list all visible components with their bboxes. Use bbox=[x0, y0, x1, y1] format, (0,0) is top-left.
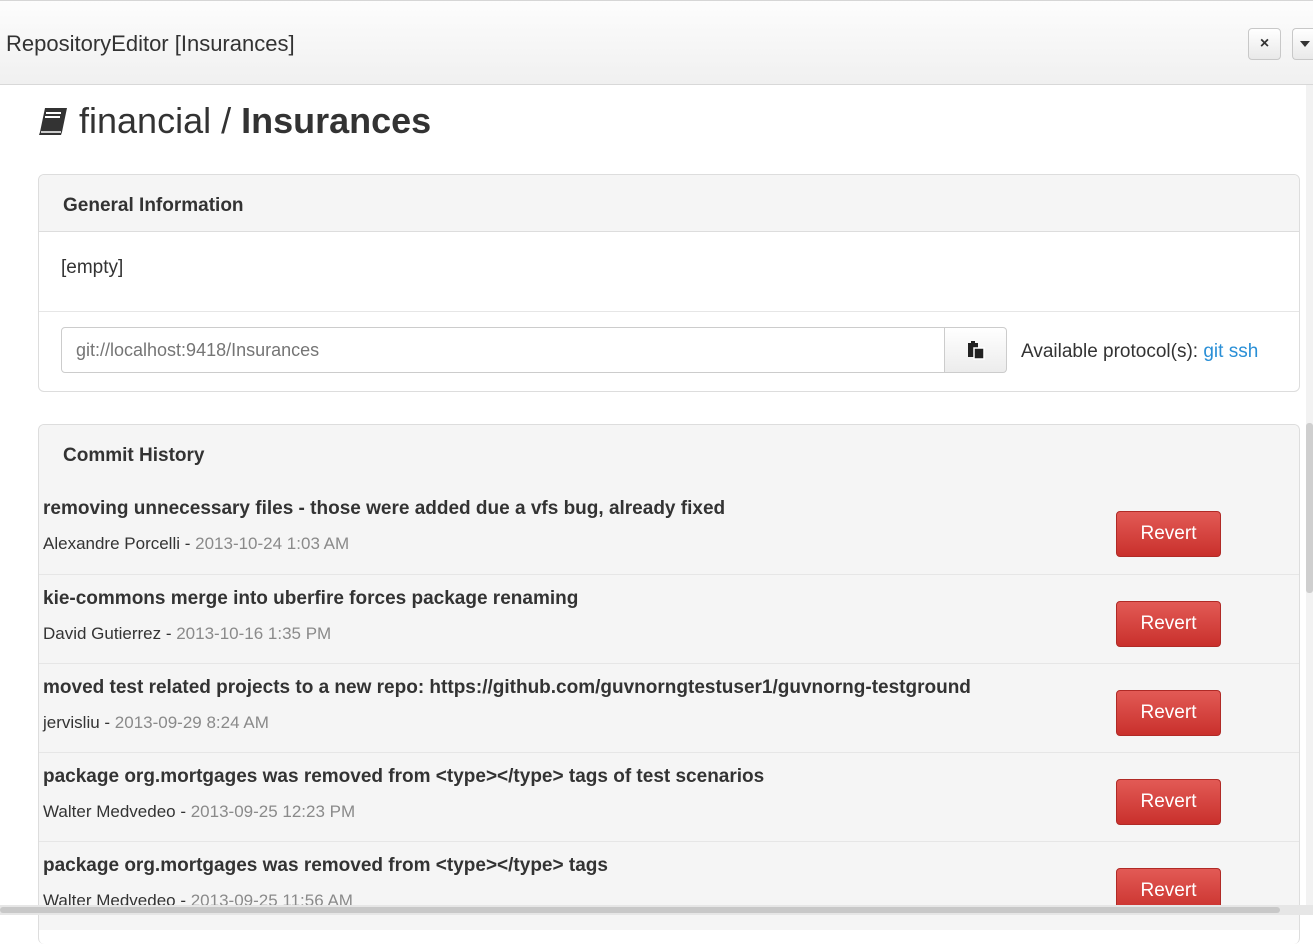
page-title: financial / Insurances bbox=[37, 100, 431, 142]
commit-row: package org.mortgages was removed from <… bbox=[39, 752, 1299, 841]
horizontal-scrollbar[interactable] bbox=[0, 905, 1313, 915]
window-title: RepositoryEditor [Insurances] bbox=[6, 31, 295, 56]
horizontal-scrollbar-thumb[interactable] bbox=[0, 907, 1280, 913]
revert-button[interactable]: Revert bbox=[1116, 690, 1221, 736]
revert-button[interactable]: Revert bbox=[1116, 779, 1221, 825]
commit-date: 2013-09-29 8:24 AM bbox=[114, 713, 269, 732]
general-information-panel: General Information [empty] Available pr… bbox=[38, 174, 1300, 392]
repo-name: Insurances bbox=[241, 100, 432, 141]
revert-button[interactable]: Revert bbox=[1116, 601, 1221, 647]
revert-button[interactable]: Revert bbox=[1116, 511, 1221, 557]
commit-message: package org.mortgages was removed from <… bbox=[43, 855, 608, 876]
vertical-scrollbar-thumb[interactable] bbox=[1306, 423, 1313, 593]
commit-history-title: Commit History bbox=[39, 425, 1299, 485]
commit-row: removing unnecessary files - those were … bbox=[39, 485, 1299, 574]
commit-meta: Alexandre Porcelli - 2013-10-24 1:03 AM bbox=[43, 534, 350, 553]
commit-date: 2013-10-16 1:35 PM bbox=[176, 624, 332, 643]
commit-history-panel: Commit History removing unnecessary file… bbox=[38, 424, 1300, 944]
protocols-label: Available protocol(s): bbox=[1021, 341, 1199, 362]
commit-author: Walter Medvedeo bbox=[43, 802, 176, 821]
commit-author: jervisliu bbox=[43, 713, 100, 732]
divider bbox=[39, 311, 1299, 312]
commit-author: David Gutierrez bbox=[43, 624, 162, 643]
path-separator: / bbox=[221, 100, 232, 141]
close-icon: × bbox=[1259, 35, 1270, 52]
commit-message: removing unnecessary files - those were … bbox=[43, 498, 726, 519]
available-protocols: Available protocol(s): git ssh bbox=[1021, 341, 1258, 363]
commit-row: moved test related projects to a new rep… bbox=[39, 663, 1299, 752]
close-button[interactable]: × bbox=[1248, 28, 1281, 60]
commit-meta: David Gutierrez - 2013-10-16 1:35 PM bbox=[43, 624, 332, 643]
clone-url-group bbox=[61, 327, 1007, 373]
commit-message: kie-commons merge into uberfire forces p… bbox=[43, 588, 579, 609]
vertical-scrollbar[interactable] bbox=[1306, 85, 1313, 905]
commit-message: package org.mortgages was removed from <… bbox=[43, 766, 765, 787]
commit-date: 2013-10-24 1:03 AM bbox=[195, 534, 350, 553]
commit-row: kie-commons merge into uberfire forces p… bbox=[39, 574, 1299, 663]
protocol-ssh-link[interactable]: ssh bbox=[1229, 341, 1259, 362]
commit-row: package org.mortgages was removed from <… bbox=[39, 841, 1299, 930]
general-information-title: General Information bbox=[39, 175, 1299, 232]
org-name: financial bbox=[79, 100, 212, 141]
commit-author: Alexandre Porcelli bbox=[43, 534, 181, 553]
commit-meta: Walter Medvedeo - 2013-09-25 12:23 PM bbox=[43, 802, 356, 821]
commit-date: 2013-09-25 12:23 PM bbox=[190, 802, 356, 821]
caret-down-icon bbox=[1299, 41, 1310, 47]
repo-description: [empty] bbox=[61, 257, 124, 278]
protocol-git-link[interactable]: git bbox=[1203, 341, 1223, 362]
window-header: RepositoryEditor [Insurances] × bbox=[0, 0, 1313, 85]
book-icon bbox=[39, 108, 67, 135]
copy-url-button[interactable] bbox=[945, 327, 1007, 373]
commit-list: removing unnecessary files - those were … bbox=[39, 485, 1299, 930]
clone-url-input[interactable] bbox=[61, 327, 945, 373]
window-menu-button[interactable] bbox=[1292, 28, 1313, 60]
commit-meta: jervisliu - 2013-09-29 8:24 AM bbox=[43, 713, 269, 732]
clipboard-icon bbox=[967, 341, 985, 360]
commit-message: moved test related projects to a new rep… bbox=[43, 677, 971, 698]
